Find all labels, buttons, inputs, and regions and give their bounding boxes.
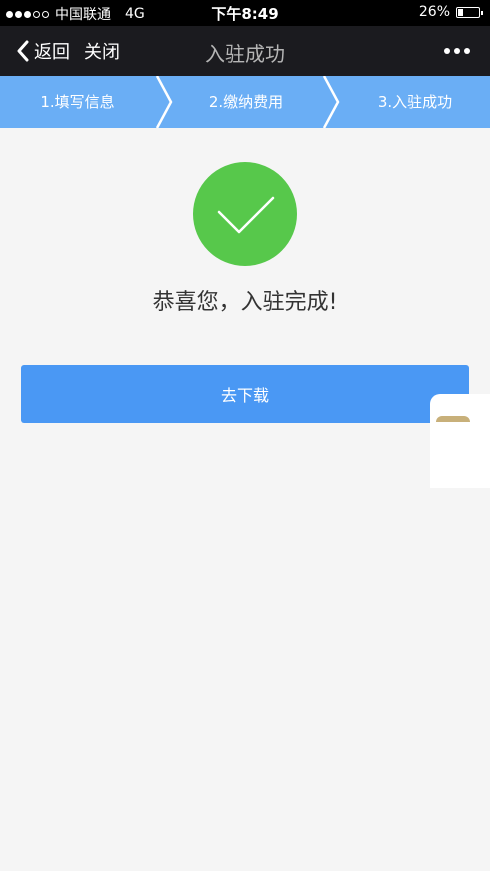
more-options-icon[interactable] xyxy=(444,48,470,54)
battery-percent: 26% xyxy=(418,4,450,20)
step-progress-bar: 1.填写信息 2.缴纳费用 3.入驻成功 xyxy=(0,76,490,128)
nav-bar: 返回 关闭 入驻成功 xyxy=(0,26,490,76)
battery-icon xyxy=(456,6,483,18)
status-bar: 中国联通 4G 下午8:49 26% xyxy=(0,0,490,26)
page-title: 入驻成功 xyxy=(205,42,285,66)
step-divider-icon xyxy=(322,76,340,128)
step-pay-fee: 2.缴纳费用 xyxy=(208,93,284,111)
download-button[interactable]: 去下载 xyxy=(21,365,469,423)
floating-widget[interactable] xyxy=(430,394,490,488)
status-time: 下午8:49 xyxy=(211,5,279,23)
step-success: 3.入驻成功 xyxy=(377,93,453,111)
step-fill-info: 1.填写信息 xyxy=(40,93,115,111)
success-message: 恭喜您，入驻完成! xyxy=(152,290,338,315)
success-check-icon xyxy=(193,162,297,266)
status-bar-right: 26% xyxy=(418,4,483,20)
